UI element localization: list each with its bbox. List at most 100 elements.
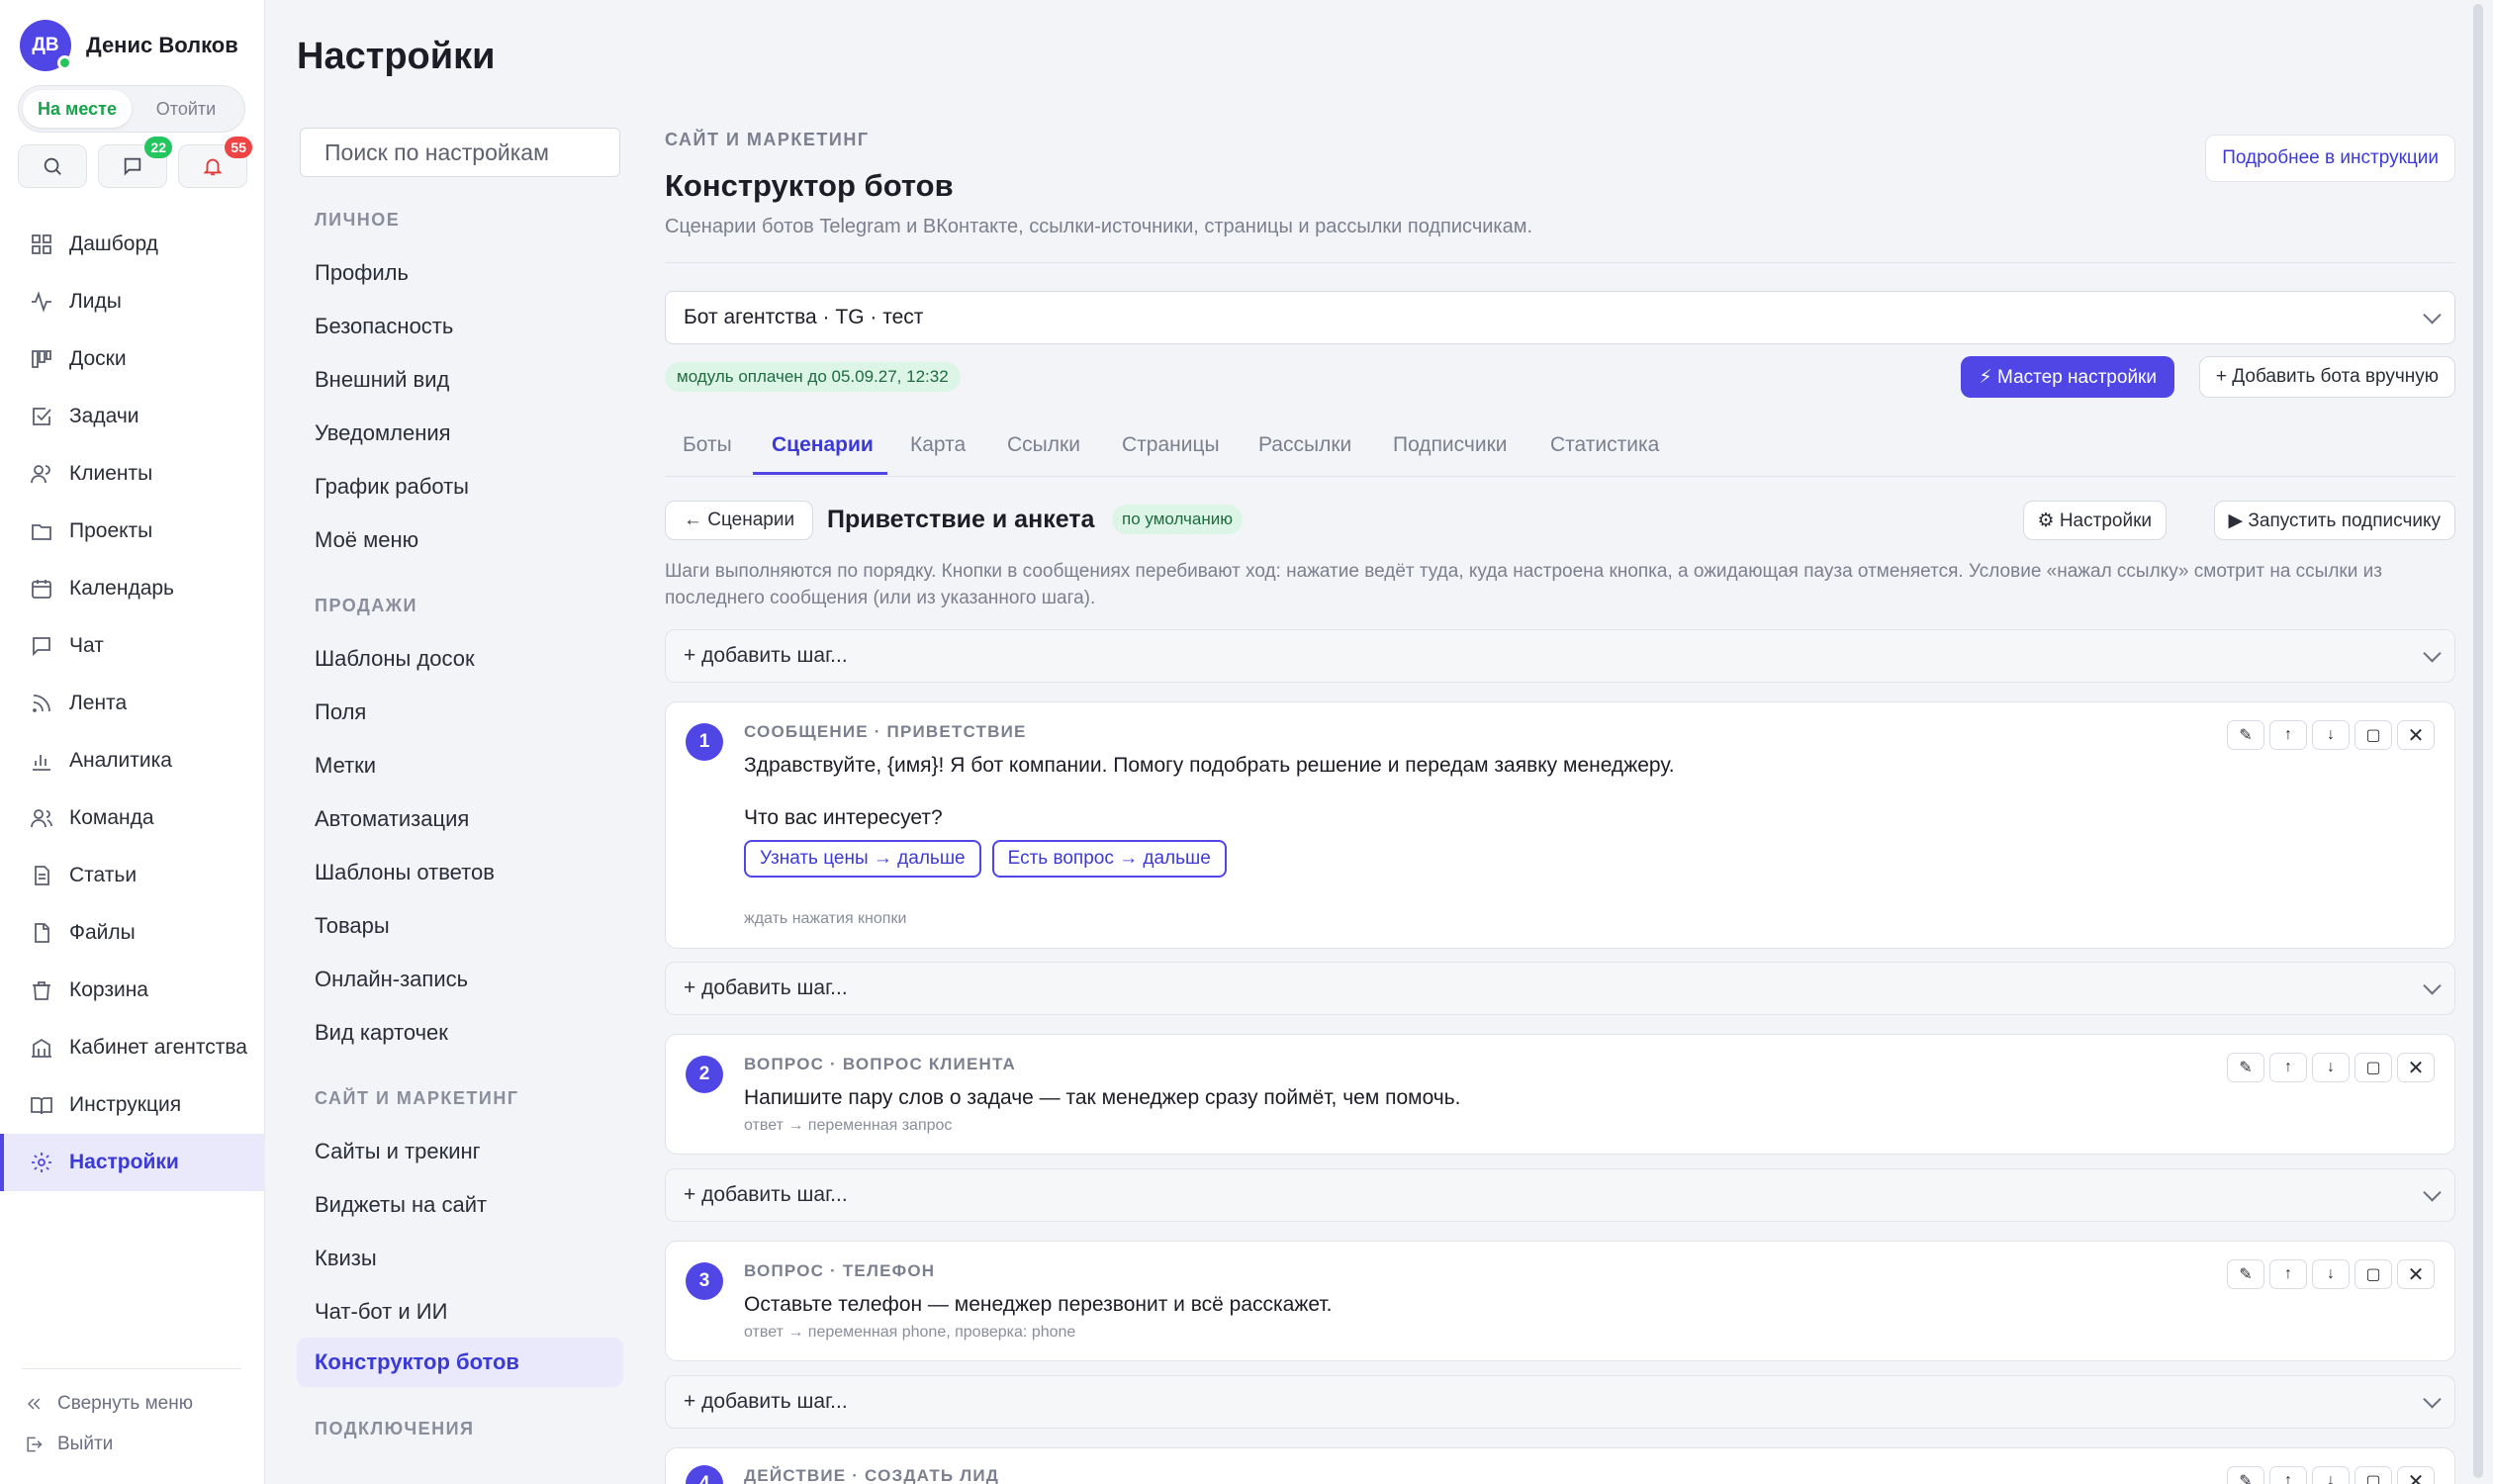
move-down-icon[interactable]: ↓ bbox=[2312, 1466, 2350, 1484]
settings-item-notifications[interactable]: Уведомления bbox=[315, 420, 451, 446]
section-kicker: САЙТ И МАРКЕТИНГ bbox=[665, 130, 870, 149]
kanban-icon bbox=[32, 350, 51, 368]
sidebar-item-bar-chart[interactable]: Аналитика bbox=[0, 732, 265, 789]
move-down-icon[interactable]: ↓ bbox=[2312, 720, 2350, 750]
logout-button[interactable]: Выйти bbox=[24, 1434, 113, 1455]
delete-icon[interactable]: ✕ bbox=[2397, 1053, 2435, 1082]
settings-item-profile[interactable]: Профиль bbox=[315, 260, 409, 286]
instructions-link-button[interactable]: Подробнее в инструкции bbox=[2205, 135, 2455, 182]
copy-icon[interactable]: ▢ bbox=[2354, 1466, 2392, 1484]
add-step-select[interactable]: + добавить шаг... bbox=[665, 962, 2455, 1015]
step-inline-button[interactable]: Есть вопрос → дальше bbox=[991, 840, 1227, 878]
settings-item-appearance[interactable]: Внешний вид bbox=[315, 367, 449, 393]
scrollbar-thumb[interactable] bbox=[2473, 4, 2483, 1478]
messages-button[interactable]: 22 bbox=[98, 137, 172, 188]
sidebar-item-kanban[interactable]: Доски bbox=[0, 330, 265, 388]
move-down-icon[interactable]: ↓ bbox=[2312, 1259, 2350, 1289]
sidebar-item-checkbox[interactable]: Задачи bbox=[0, 388, 265, 445]
tab-map[interactable]: Карта bbox=[910, 433, 966, 457]
move-up-icon[interactable]: ↑ bbox=[2269, 1053, 2307, 1082]
step-text-question: Что вас интересует? bbox=[744, 806, 943, 829]
sidebar-item-building[interactable]: Кабинет агентства bbox=[0, 1019, 265, 1076]
user-block[interactable]: ДВ Денис Волков bbox=[20, 20, 238, 71]
sidebar-item-team[interactable]: Команда bbox=[0, 789, 265, 847]
copy-icon[interactable]: ▢ bbox=[2354, 1053, 2392, 1082]
delete-icon[interactable]: ✕ bbox=[2397, 720, 2435, 750]
settings-item-security[interactable]: Безопасность bbox=[315, 314, 453, 339]
copy-icon[interactable]: ▢ bbox=[2354, 1259, 2392, 1289]
settings-search-input[interactable]: Поиск по настройкам bbox=[300, 128, 620, 177]
settings-item-board-templates[interactable]: Шаблоны досок bbox=[315, 646, 475, 672]
status-away-option[interactable]: Отойти bbox=[132, 90, 240, 128]
sidebar-item-gear[interactable]: Настройки bbox=[0, 1134, 265, 1191]
settings-item-bot-builder[interactable]: Конструктор ботов bbox=[297, 1338, 623, 1387]
run-for-subscriber-button[interactable]: ▶ Запустить подписчику bbox=[2213, 501, 2455, 540]
settings-item-my-menu[interactable]: Моё меню bbox=[315, 527, 418, 553]
collapse-menu-button[interactable]: Свернуть меню bbox=[24, 1393, 193, 1415]
delete-icon[interactable]: ✕ bbox=[2397, 1259, 2435, 1289]
status-present-option[interactable]: На месте bbox=[23, 90, 132, 128]
step-buttons: Узнать цены → дальше Есть вопрос → дальш… bbox=[744, 840, 1227, 878]
sidebar-item-label: Команда bbox=[69, 806, 154, 829]
sidebar-item-rss[interactable]: Лента bbox=[0, 675, 265, 732]
add-bot-manually-button[interactable]: + Добавить бота вручную bbox=[2198, 356, 2455, 398]
add-step-select[interactable]: + добавить шаг... bbox=[665, 1375, 2455, 1429]
add-step-select[interactable]: + добавить шаг... bbox=[665, 629, 2455, 683]
settings-item-tags[interactable]: Метки bbox=[315, 753, 376, 779]
step-inline-button[interactable]: Узнать цены → дальше bbox=[744, 840, 981, 878]
setup-wizard-button[interactable]: ⚡ Мастер настройки bbox=[1961, 356, 2174, 398]
sidebar-item-chat[interactable]: Чат bbox=[0, 617, 265, 675]
move-down-icon[interactable]: ↓ bbox=[2312, 1053, 2350, 1082]
edit-icon[interactable]: ✎ bbox=[2227, 1259, 2264, 1289]
settings-item-products[interactable]: Товары bbox=[315, 913, 390, 939]
settings-item-reply-templates[interactable]: Шаблоны ответов bbox=[315, 860, 495, 885]
settings-item-site-widgets[interactable]: Виджеты на сайт bbox=[315, 1192, 487, 1218]
tab-mailings[interactable]: Рассылки bbox=[1258, 433, 1351, 457]
settings-item-schedule[interactable]: График работы bbox=[315, 474, 469, 500]
settings-item-fields[interactable]: Поля bbox=[315, 699, 366, 725]
tab-bots[interactable]: Боты bbox=[683, 433, 732, 457]
settings-item-card-view[interactable]: Вид карточек bbox=[315, 1020, 448, 1046]
move-up-icon[interactable]: ↑ bbox=[2269, 1466, 2307, 1484]
sidebar-item-grid[interactable]: Дашборд bbox=[0, 216, 265, 273]
delete-icon[interactable]: ✕ bbox=[2397, 1466, 2435, 1484]
move-up-icon[interactable]: ↑ bbox=[2269, 720, 2307, 750]
scenario-settings-button[interactable]: ⚙ Настройки bbox=[2022, 501, 2167, 540]
chevron-down-icon bbox=[2423, 1183, 2442, 1202]
sidebar-item-book[interactable]: Инструкция bbox=[0, 1076, 265, 1134]
tab-pages[interactable]: Страницы bbox=[1122, 433, 1220, 457]
tab-links[interactable]: Ссылки bbox=[1007, 433, 1080, 457]
settings-item-quizzes[interactable]: Квизы bbox=[315, 1246, 377, 1271]
edit-icon[interactable]: ✎ bbox=[2227, 720, 2264, 750]
sidebar-item-users[interactable]: Клиенты bbox=[0, 445, 265, 503]
tab-statistics[interactable]: Статистика bbox=[1550, 433, 1659, 457]
move-up-icon[interactable]: ↑ bbox=[2269, 1259, 2307, 1289]
back-to-scenarios-button[interactable]: ← Сценарии bbox=[665, 501, 814, 540]
bot-select[interactable]: Бот агентства · TG · тест bbox=[665, 291, 2455, 344]
edit-icon[interactable]: ✎ bbox=[2227, 1053, 2264, 1082]
notifications-button[interactable]: 55 bbox=[178, 137, 252, 188]
sidebar-item-trash[interactable]: Корзина bbox=[0, 962, 265, 1019]
copy-icon[interactable]: ▢ bbox=[2354, 720, 2392, 750]
sidebar-item-file[interactable]: Файлы bbox=[0, 904, 265, 962]
settings-item-automation[interactable]: Автоматизация bbox=[315, 806, 469, 832]
sidebar-item-folder[interactable]: Проекты bbox=[0, 503, 265, 560]
step-note: ждать нажатия кнопки bbox=[744, 910, 907, 927]
page-scrollbar[interactable] bbox=[2465, 0, 2493, 1484]
sidebar-item-calendar[interactable]: Календарь bbox=[0, 560, 265, 617]
tab-subscribers[interactable]: Подписчики bbox=[1393, 433, 1508, 457]
folder-icon bbox=[32, 524, 51, 540]
add-step-select[interactable]: + добавить шаг... bbox=[665, 1168, 2455, 1222]
rss-icon bbox=[33, 695, 50, 712]
sidebar-item-document[interactable]: Статьи bbox=[0, 847, 265, 904]
settings-item-chatbot-ai[interactable]: Чат-бот и ИИ bbox=[315, 1299, 447, 1325]
sidebar-item-pulse[interactable]: Лиды bbox=[0, 273, 265, 330]
tab-scenarios[interactable]: Сценарии bbox=[772, 433, 874, 457]
settings-item-sites-tracking[interactable]: Сайты и трекинг bbox=[315, 1139, 481, 1164]
settings-item-online-booking[interactable]: Онлайн-запись bbox=[315, 967, 468, 992]
global-search-button[interactable] bbox=[18, 144, 87, 188]
edit-icon[interactable]: ✎ bbox=[2227, 1466, 2264, 1484]
module-paid-badge: модуль оплачен до 05.09.27, 12:32 bbox=[665, 362, 961, 392]
logout-icon bbox=[27, 1437, 43, 1452]
avatar[interactable]: ДВ bbox=[20, 20, 72, 71]
